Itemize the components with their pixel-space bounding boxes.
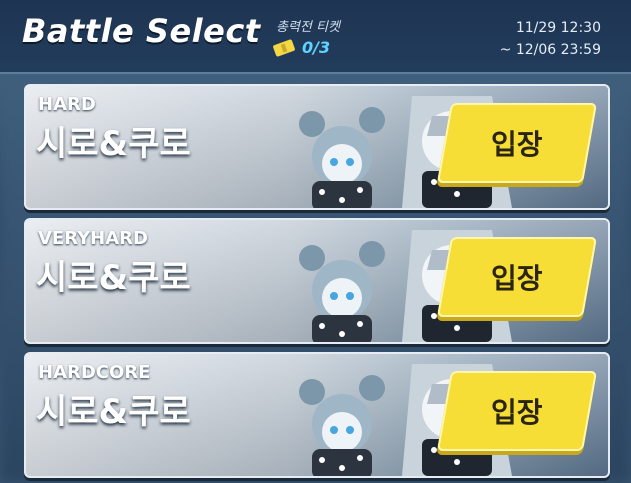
page-title: Battle Select: [22, 12, 261, 50]
ticket-label: 총력전 티켓: [276, 20, 340, 35]
enter-button[interactable]: 입장: [436, 371, 598, 451]
period-end: ~ 12/06 23:59: [499, 42, 601, 58]
enter-button-label: 입장: [491, 396, 543, 429]
boss-name: 시로&쿠로: [36, 392, 191, 432]
ticket-row: 0/3: [272, 38, 331, 57]
enter-button-label: 입장: [491, 128, 543, 161]
period-start: 11/29 12:30: [515, 20, 601, 36]
boss-name: 시로&쿠로: [36, 258, 191, 298]
enter-button-label: 입장: [491, 262, 543, 295]
enter-button[interactable]: 입장: [436, 103, 598, 183]
difficulty-label: HARDCORE: [38, 362, 151, 383]
header-bar: Battle Select 총력전 티켓 0/3 11/29 12:30 ~ 1…: [0, 0, 631, 74]
boss-name: 시로&쿠로: [36, 124, 191, 164]
battle-card-hardcore[interactable]: HARDCORE 시로&쿠로 입장: [24, 352, 610, 478]
battle-card-veryhard[interactable]: VERYHARD 시로&쿠로 입장: [24, 218, 610, 344]
enter-button[interactable]: 입장: [436, 237, 598, 317]
difficulty-label: VERYHARD: [38, 228, 148, 249]
difficulty-label: HARD: [38, 94, 96, 115]
ticket-icon: [272, 38, 296, 57]
ticket-count: 0/3: [302, 38, 331, 57]
battle-card-hard[interactable]: HARD 시로&쿠로 입장: [24, 84, 610, 210]
